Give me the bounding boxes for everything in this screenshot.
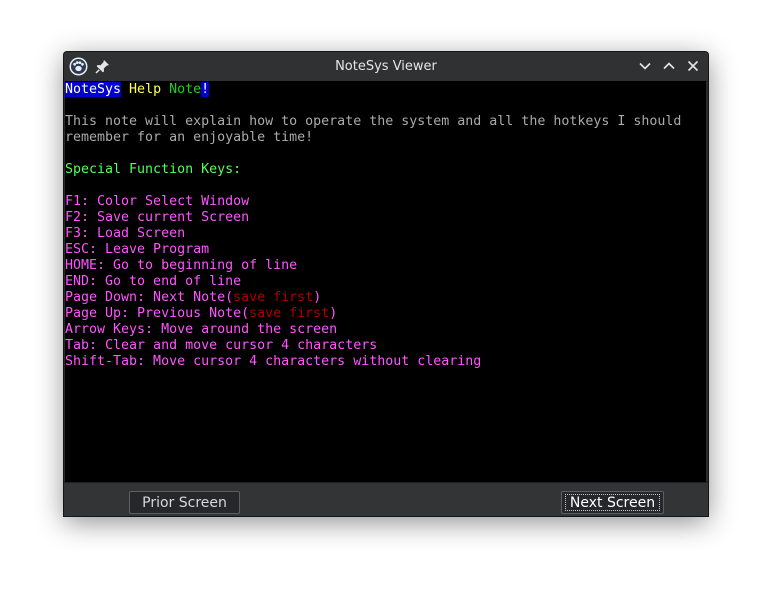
key-line-page-down: Page Down: Next Note(save first) xyxy=(65,290,321,306)
key-line: ESC: Leave Program xyxy=(65,242,210,257)
note-text-area[interactable]: NoteSys Help Note! This note will explai… xyxy=(65,81,706,482)
header-bang: ! xyxy=(201,82,210,97)
key-line: F2: Save current Screen xyxy=(65,210,250,225)
chevron-up-icon[interactable] xyxy=(661,58,677,74)
header-help: Help xyxy=(121,82,170,97)
next-screen-button[interactable]: Next Screen xyxy=(561,491,664,514)
window-title: NoteSys Viewer xyxy=(335,59,437,74)
close-icon[interactable] xyxy=(685,58,701,74)
key-line: HOME: Go to beginning of line xyxy=(65,258,298,273)
chevron-down-icon[interactable] xyxy=(637,58,653,74)
intro-line-1: This note will explain how to operate th… xyxy=(65,114,682,129)
next-screen-label: Next Screen xyxy=(569,495,656,511)
title-bar[interactable]: NoteSys Viewer xyxy=(64,52,708,82)
section-title: Special Function Keys: xyxy=(65,162,242,177)
page-down-close: ) xyxy=(313,290,322,305)
intro-line-2: remember for an enjoyable time! xyxy=(65,130,314,145)
key-line: Shift-Tab: Move cursor 4 characters with… xyxy=(65,354,482,369)
prior-screen-button[interactable]: Prior Screen xyxy=(129,491,240,514)
key-line: F1: Color Select Window xyxy=(65,194,250,209)
header-line: NoteSys Help Note! xyxy=(65,82,210,98)
key-line: END: Go to end of line xyxy=(65,274,242,289)
page-up-close: ) xyxy=(329,306,338,321)
key-line: F3: Load Screen xyxy=(65,226,186,241)
header-note: Note xyxy=(169,82,202,97)
page-up-note: save first xyxy=(249,306,330,321)
key-line-page-up: Page Up: Previous Note(save first) xyxy=(65,306,337,322)
page-up-text: Page Up: Previous Note( xyxy=(65,306,250,321)
navigation-bar: Prior Screen Next Screen xyxy=(64,482,708,516)
page-down-note: save first xyxy=(233,290,314,305)
key-line: Arrow Keys: Move around the screen xyxy=(65,322,338,337)
header-notesys: NoteSys xyxy=(65,82,122,97)
notesys-viewer-window: NoteSys Viewer NoteSys Help Note! This n… xyxy=(64,52,708,516)
key-line: Tab: Clear and move cursor 4 characters xyxy=(65,338,378,353)
page-down-text: Page Down: Next Note( xyxy=(65,290,234,305)
